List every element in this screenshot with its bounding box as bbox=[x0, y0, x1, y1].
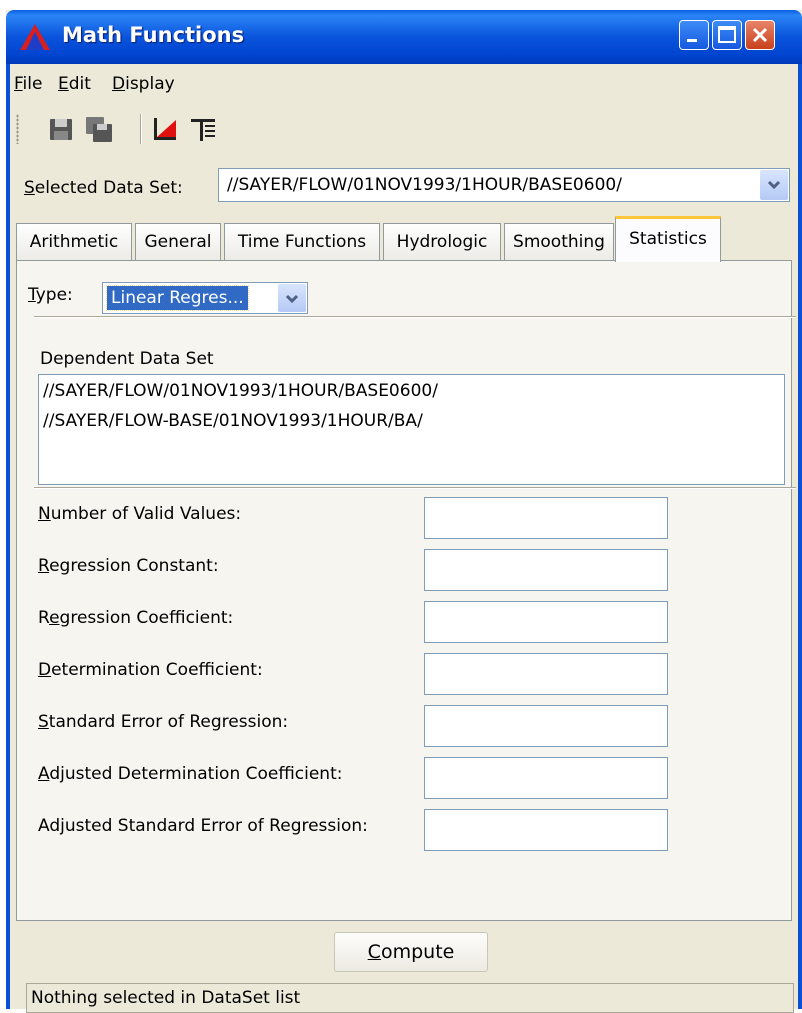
compute-button[interactable]: Compute bbox=[334, 932, 488, 972]
menu-bar: File Edit Display bbox=[10, 64, 798, 104]
app-logo-icon bbox=[20, 24, 50, 50]
menu-display[interactable]: Display bbox=[112, 74, 175, 94]
divider bbox=[34, 316, 796, 318]
chevron-down-icon[interactable] bbox=[760, 170, 788, 200]
adjusted-determination-coefficient-label: Adjusted Determination Coefficient: bbox=[38, 764, 343, 784]
toolbar bbox=[10, 108, 798, 150]
chevron-down-icon[interactable] bbox=[278, 284, 306, 312]
selected-data-set-dropdown[interactable]: //SAYER/FLOW/01NOV1993/1HOUR/BASE0600/ bbox=[218, 168, 790, 202]
determination-coefficient-label: Determination Coefficient: bbox=[38, 660, 263, 680]
title-bar[interactable]: Math Functions bbox=[6, 10, 802, 64]
close-button[interactable] bbox=[745, 20, 775, 50]
type-label: Type: bbox=[28, 285, 73, 305]
tab-hydrologic[interactable]: Hydrologic bbox=[383, 223, 501, 261]
math-functions-window: Math Functions File Edit Display Selecte… bbox=[6, 10, 802, 1013]
list-item[interactable]: //SAYER/FLOW-BASE/01NOV1993/1HOUR/BA/ bbox=[43, 411, 423, 431]
number-of-valid-values-label: Number of Valid Values: bbox=[38, 504, 242, 524]
regression-coefficient-label: Regression Coefficient: bbox=[38, 608, 234, 628]
tabulate-icon[interactable] bbox=[188, 114, 218, 144]
adjusted-standard-error-of-regression-field[interactable] bbox=[424, 809, 668, 851]
tab-general[interactable]: General bbox=[135, 223, 221, 261]
selected-data-set-value: //SAYER/FLOW/01NOV1993/1HOUR/BASE0600/ bbox=[227, 175, 622, 195]
dependent-data-set-label: Dependent Data Set bbox=[40, 349, 214, 369]
tab-time-functions[interactable]: Time Functions bbox=[224, 223, 380, 261]
plot-icon[interactable] bbox=[150, 114, 180, 144]
menu-edit[interactable]: Edit bbox=[58, 74, 91, 94]
adjusted-standard-error-of-regression-label: Adjusted Standard Error of Regression: bbox=[38, 816, 368, 836]
type-dropdown-value: Linear Regres... bbox=[106, 285, 249, 311]
status-text: Nothing selected in DataSet list bbox=[31, 988, 301, 1008]
menu-file[interactable]: File bbox=[14, 74, 42, 94]
window-frame-left bbox=[6, 64, 10, 1009]
tab-statistics[interactable]: Statistics bbox=[615, 216, 721, 262]
adjusted-determination-coefficient-field[interactable] bbox=[424, 757, 668, 799]
standard-error-of-regression-field[interactable] bbox=[424, 705, 668, 747]
tab-smoothing[interactable]: Smoothing bbox=[504, 223, 614, 261]
divider bbox=[34, 487, 796, 489]
window-frame-right bbox=[798, 64, 802, 1009]
selected-data-set-label: Selected Data Set: bbox=[24, 178, 183, 198]
toolbar-separator bbox=[140, 114, 142, 144]
regression-coefficient-field[interactable] bbox=[424, 601, 668, 643]
save-all-icon[interactable] bbox=[84, 114, 114, 144]
window-title: Math Functions bbox=[62, 23, 245, 47]
standard-error-of-regression-label: Standard Error of Regression: bbox=[38, 712, 289, 732]
save-icon[interactable] bbox=[46, 114, 76, 144]
dependent-data-set-list[interactable]: //SAYER/FLOW/01NOV1993/1HOUR/BASE0600/ /… bbox=[38, 374, 785, 485]
type-dropdown[interactable]: Linear Regres... bbox=[102, 282, 308, 314]
determination-coefficient-field[interactable] bbox=[424, 653, 668, 695]
maximize-button[interactable] bbox=[712, 20, 742, 50]
minimize-button[interactable] bbox=[679, 20, 709, 50]
regression-constant-field[interactable] bbox=[424, 549, 668, 591]
toolbar-grip[interactable] bbox=[16, 114, 19, 144]
list-item[interactable]: //SAYER/FLOW/01NOV1993/1HOUR/BASE0600/ bbox=[43, 381, 438, 401]
tab-arithmetic[interactable]: Arithmetic bbox=[16, 223, 132, 261]
number-of-valid-values-field[interactable] bbox=[424, 497, 668, 539]
regression-constant-label: Regression Constant: bbox=[38, 556, 219, 576]
